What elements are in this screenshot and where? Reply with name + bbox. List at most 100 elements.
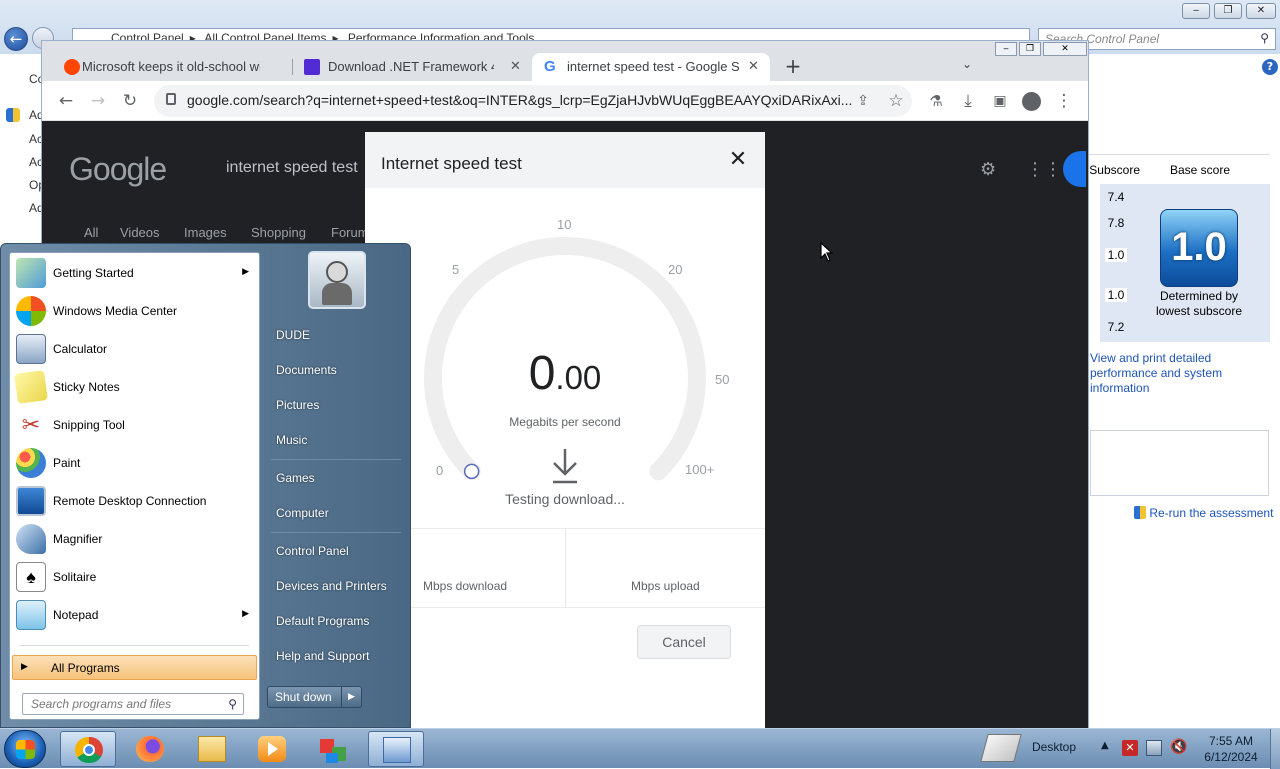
taskbar-blocks-app[interactable] [308, 731, 364, 767]
menu-dots-icon[interactable]: ⋮ [1054, 91, 1074, 111]
url-text: google.com/search?q=internet+speed+test&… [187, 92, 853, 108]
program-snipping-tool[interactable]: ✂ Snipping Tool [12, 407, 257, 443]
maximize-button[interactable]: ❐ [1214, 3, 1242, 19]
action-center-flag-icon[interactable]: ✕ [1122, 740, 1138, 756]
apps-grid-icon[interactable]: ⋮⋮ [1026, 159, 1062, 180]
new-tab-button[interactable]: + [782, 55, 804, 77]
dialog-title: Internet speed test [381, 154, 522, 173]
program-sticky-notes[interactable]: Sticky Notes [12, 369, 257, 405]
desktop-toolbar-label[interactable]: Desktop [1032, 740, 1076, 754]
program-solitaire[interactable]: ♠ Solitaire [12, 559, 257, 595]
getting-started-icon [16, 258, 46, 288]
rerun-assessment-link[interactable]: Re-run the assessment [1134, 506, 1274, 520]
info-box [1090, 430, 1269, 496]
address-bar[interactable]: google.com/search?q=internet+speed+test&… [154, 85, 912, 117]
back-arrow-icon[interactable]: ← [4, 27, 28, 51]
menu-default-programs[interactable]: Default Programs [276, 614, 369, 628]
search-query[interactable]: internet speed test [226, 159, 358, 177]
bookmark-star-icon[interactable]: ☆ [886, 91, 906, 111]
labs-flask-icon[interactable]: ⚗ [926, 91, 946, 111]
volume-muted-icon[interactable]: 🔇 [1170, 739, 1187, 755]
forward-icon[interactable]: → [88, 91, 108, 111]
show-hidden-icons-icon[interactable]: ▲ [1101, 740, 1109, 751]
dialog-header: Internet speed test ✕ [365, 132, 765, 188]
taskbar-firefox[interactable] [122, 731, 178, 767]
subscore-value: 1.0 [1105, 288, 1127, 302]
arrow-right-icon: ▶ [21, 661, 28, 671]
start-button[interactable] [4, 730, 46, 768]
subscore-value: 1.0 [1105, 248, 1127, 262]
desktop-toolbar-icon[interactable] [980, 734, 1022, 762]
windows-logo-icon [16, 740, 35, 759]
settings-gear-icon[interactable]: ⚙ [980, 159, 996, 180]
subscore-value: 7.8 [1107, 216, 1125, 230]
chrome-restore-button[interactable]: ❐ [1019, 42, 1041, 56]
shutdown-button[interactable]: Shut down ▶ [267, 686, 362, 708]
menu-pictures[interactable]: Pictures [276, 398, 319, 412]
user-avatar[interactable] [308, 251, 366, 309]
menu-help-support[interactable]: Help and Support [276, 649, 369, 663]
dotnet-icon [304, 59, 320, 75]
show-desktop-button[interactable] [1270, 729, 1280, 769]
program-windows-media-center[interactable]: Windows Media Center [12, 293, 257, 329]
taskbar-chrome[interactable] [60, 731, 116, 767]
separator [20, 645, 249, 646]
reload-icon[interactable]: ↻ [120, 91, 140, 111]
share-icon[interactable]: ⇪ [853, 91, 873, 111]
media-center-icon [16, 296, 46, 326]
nav-shopping[interactable]: Shopping [251, 225, 306, 240]
tab-reddit[interactable]: Microsoft keeps it old-school wit [54, 53, 290, 81]
program-label: Calculator [53, 342, 108, 356]
program-calculator[interactable]: Calculator [12, 331, 257, 367]
menu-control-panel[interactable]: Control Panel [276, 544, 349, 558]
close-tab-icon[interactable]: ✕ [510, 58, 521, 74]
firefox-icon [136, 736, 164, 762]
programs-pane: Getting Started ▶ Windows Media Center C… [9, 252, 260, 720]
chrome-minimize-button[interactable]: ‒ [995, 42, 1017, 56]
chrome-close-button[interactable]: ✕ [1043, 42, 1087, 56]
all-programs-button[interactable]: ▶ All Programs [12, 655, 257, 680]
back-icon[interactable]: ← [56, 91, 76, 111]
print-details-link[interactable]: View and print detailed performance and … [1090, 351, 1272, 396]
block-icon-blue [326, 753, 338, 763]
menu-devices-printers[interactable]: Devices and Printers [276, 579, 387, 593]
score-table-header: Subscore Base score [1088, 154, 1270, 184]
download-icon[interactable]: ⤓ [958, 91, 978, 111]
taskbar-control-panel[interactable] [368, 731, 424, 767]
tab-search-icon[interactable]: ⌄ [962, 57, 972, 71]
network-icon[interactable] [1146, 740, 1162, 756]
close-icon[interactable]: ✕ [725, 148, 751, 174]
help-icon[interactable]: ? [1262, 59, 1278, 75]
tab-speed-test[interactable]: G internet speed test - Google Sea ✕ [532, 53, 770, 81]
menu-computer[interactable]: Computer [276, 506, 329, 520]
nav-all[interactable]: All [84, 225, 98, 240]
close-button[interactable]: ✕ [1246, 3, 1276, 19]
start-search-input[interactable]: Search programs and files ⚲ [22, 693, 244, 715]
menu-user-folder[interactable]: DUDE [276, 328, 310, 342]
menu-documents[interactable]: Documents [276, 363, 337, 377]
nav-forums[interactable]: Forums [331, 225, 365, 240]
taskbar-explorer[interactable] [184, 731, 240, 767]
program-notepad[interactable]: Notepad ▶ [12, 597, 257, 633]
menu-music[interactable]: Music [276, 433, 307, 447]
close-tab-icon[interactable]: ✕ [748, 58, 759, 74]
clock[interactable]: 7:55 AM 6/12/2024 [1196, 733, 1266, 765]
program-getting-started[interactable]: Getting Started ▶ [12, 255, 257, 291]
nav-videos[interactable]: Videos [120, 225, 160, 240]
cancel-button[interactable]: Cancel [637, 625, 731, 659]
control-panel-sidebar: Co Ad Ac Ac Op Ad [0, 54, 45, 254]
account-avatar[interactable] [1063, 151, 1086, 187]
nav-images[interactable]: Images [184, 225, 227, 240]
taskbar-media-player[interactable] [244, 731, 300, 767]
side-panel-icon[interactable]: ▣ [990, 91, 1010, 111]
profile-avatar-icon[interactable] [1022, 92, 1041, 111]
program-remote-desktop[interactable]: Remote Desktop Connection [12, 483, 257, 519]
google-logo[interactable]: Google [69, 151, 167, 188]
tab-dotnet[interactable]: Download .NET Framework 4.8 | Fr ✕ [294, 53, 530, 81]
shutdown-options-arrow-icon[interactable]: ▶ [341, 686, 361, 708]
menu-games[interactable]: Games [276, 471, 315, 485]
program-magnifier[interactable]: Magnifier [12, 521, 257, 557]
subscore-value: 7.2 [1107, 320, 1125, 334]
program-paint[interactable]: Paint [12, 445, 257, 481]
minimize-button[interactable]: ‒ [1182, 3, 1210, 19]
